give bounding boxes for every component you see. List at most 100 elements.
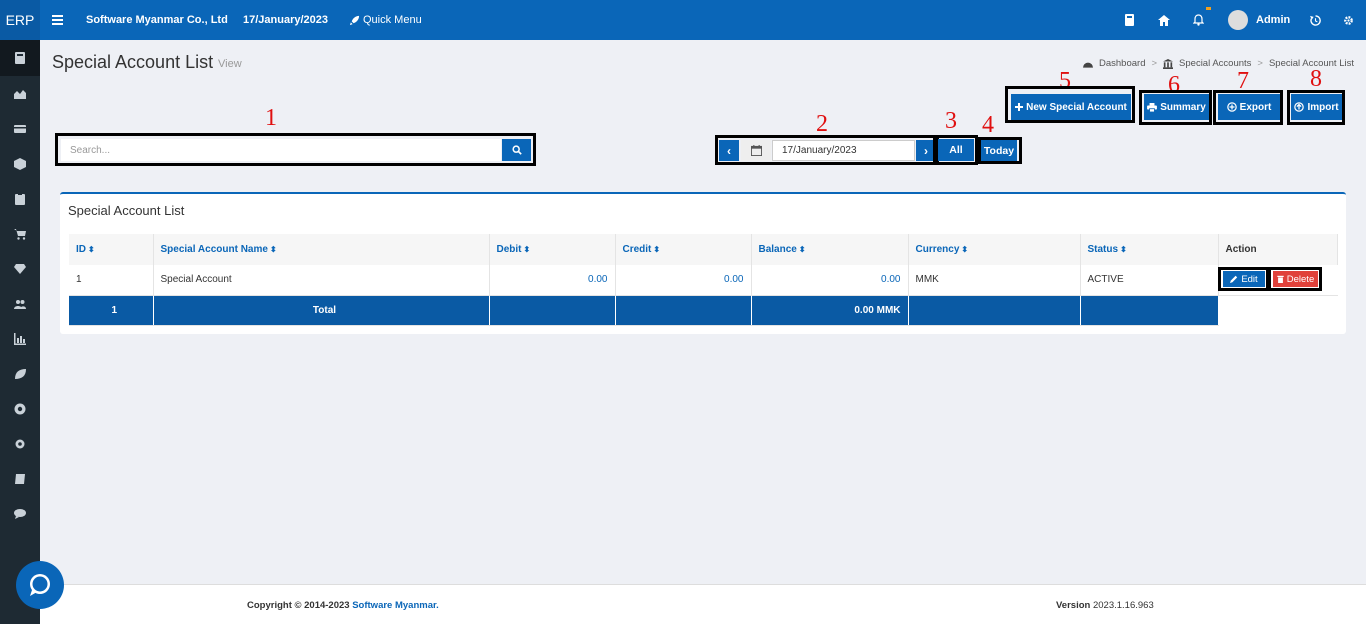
cell-currency: MMK [908,265,1081,296]
sidebar-item-book[interactable] [0,461,40,497]
total-currency [908,295,1081,326]
plus-icon [1015,103,1024,111]
sort-icon: ⬍ [653,245,661,254]
sidebar-item-bar-chart[interactable] [0,321,40,357]
cell-id: 1 [69,265,154,296]
sidebar-item-clipboard[interactable] [0,181,40,217]
quick-menu-link[interactable]: Quick Menu [349,0,422,40]
notification-dot [1206,7,1211,10]
sidebar-item-area-chart[interactable] [0,76,40,112]
new-special-account-label: New Special Account [1026,101,1127,113]
page-title: Special Account List [52,52,214,72]
sidebar-item-calculator[interactable] [0,40,40,76]
bell-icon[interactable] [1193,0,1211,40]
cell-name: Special Account [153,265,490,296]
column-name[interactable]: Special Account Name ⬍ [153,234,490,265]
total-status [1080,295,1219,326]
chat-widget-button[interactable] [16,561,64,609]
total-balance: 0.00 MMK [751,295,909,326]
export-label: Export [1239,101,1272,113]
user-name[interactable]: Admin [1256,0,1290,40]
annotation-4: 4 [982,112,994,138]
annotation-3: 3 [945,108,957,134]
column-debit[interactable]: Debit ⬍ [489,234,616,265]
cell-credit: 0.00 [615,265,752,296]
pencil-icon [1230,275,1238,283]
new-special-account-button[interactable]: New Special Account [1011,94,1131,120]
sidebar-item-leaf[interactable] [0,356,40,392]
book-icon [15,474,25,484]
today-button[interactable]: Today [981,140,1017,161]
calculator-icon[interactable] [1125,0,1134,40]
company-link[interactable]: Software Myanmar. [352,600,439,611]
sidebar-item-cube[interactable] [0,146,40,182]
sidebar-item-life-ring[interactable] [0,391,40,427]
current-date: 17/January/2023 [243,14,329,26]
annotation-1: 1 [265,105,277,131]
history-icon[interactable] [1310,0,1321,40]
version-label: Version [1056,600,1091,611]
total-row: 1 Total 0.00 MMK [69,295,1338,326]
search-icon [511,145,522,155]
summary-label: Summary [1160,101,1206,113]
date-input[interactable] [772,140,915,161]
export-button[interactable]: Export [1218,94,1280,120]
sidebar-item-comment[interactable] [0,496,40,532]
area-chart-icon [14,90,26,99]
sort-icon: ⬍ [269,245,277,254]
search-input[interactable] [61,139,501,161]
export-icon [1226,102,1237,112]
delete-button[interactable]: Delete [1273,271,1318,287]
life-ring-icon [14,403,26,415]
column-currency[interactable]: Currency ⬍ [908,234,1081,265]
sidebar-item-cart[interactable] [0,216,40,252]
sidebar-item-diamond[interactable] [0,251,40,287]
delete-label: Delete [1286,273,1315,285]
sidebar-item-settings[interactable] [0,426,40,462]
sort-icon: ⬍ [523,245,531,254]
chat-bubble-icon [30,574,50,596]
breadcrumb-dashboard[interactable]: Dashboard [1099,58,1145,69]
sort-icon: ⬍ [961,245,969,254]
gear-icon[interactable] [1343,0,1354,40]
total-count: 1 [69,295,154,326]
column-debit-label: Debit [496,244,522,255]
annotation-8: 8 [1310,66,1322,92]
avatar[interactable] [1228,0,1248,40]
column-id[interactable]: ID ⬍ [69,234,154,265]
column-credit[interactable]: Credit ⬍ [615,234,752,265]
special-account-table: ID ⬍ Special Account Name ⬍ Debit ⬍ Credit ⬍… [69,234,1338,326]
chevron-right-icon: › [924,143,928,158]
clipboard-icon [15,193,25,205]
cart-icon [14,229,26,240]
table-row: 1 Special Account 0.00 0.00 0.00 MMK ACT… [69,265,1338,296]
total-action [1218,295,1338,325]
search-button[interactable] [502,139,531,161]
date-prev-button[interactable]: ‹ [719,140,739,161]
cell-balance: 0.00 [751,265,909,296]
cell-status: ACTIVE [1080,265,1219,296]
column-currency-label: Currency [915,244,960,255]
company-name: Software Myanmar Co., Ltd [86,14,228,26]
quick-menu-label: Quick Menu [363,14,422,26]
import-button[interactable]: Import [1291,94,1342,120]
menu-toggle-icon[interactable] [52,0,63,40]
summary-button[interactable]: Summary [1144,94,1209,120]
credit-card-icon [14,125,26,133]
sort-icon: ⬍ [798,245,806,254]
calendar-button[interactable] [741,140,771,161]
column-credit-label: Credit [622,244,652,255]
sidebar-item-users[interactable] [0,286,40,322]
all-button[interactable]: All [938,139,974,161]
edit-label: Edit [1241,273,1258,285]
sidebar-item-credit-card[interactable] [0,111,40,147]
column-status[interactable]: Status ⬍ [1080,234,1219,265]
column-balance[interactable]: Balance ⬍ [751,234,909,265]
calendar-icon [750,145,762,156]
gear-icon [15,439,25,449]
brand-logo[interactable]: ERP [0,0,40,40]
home-icon[interactable] [1158,0,1170,40]
edit-button[interactable]: Edit [1223,271,1265,287]
import-icon [1294,102,1305,112]
print-icon [1147,102,1158,112]
